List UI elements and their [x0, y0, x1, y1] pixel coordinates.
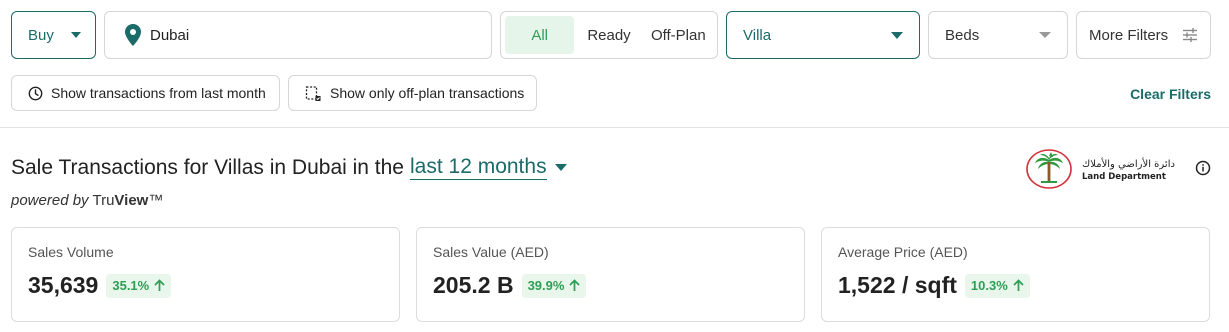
- sales-volume-card: Sales Volume 35,639 35.1%: [11, 227, 400, 322]
- completion-option-all[interactable]: All: [505, 16, 575, 54]
- purpose-dropdown[interactable]: Buy: [11, 11, 96, 59]
- completion-option-ready[interactable]: Ready: [574, 16, 643, 54]
- powered-by-label: powered by: [11, 192, 89, 209]
- change-value: 35.1%: [112, 278, 150, 293]
- last-month-filter-chip[interactable]: Show transactions from last month: [11, 75, 280, 111]
- svg-text:دائرة الأراضي والأملاك: دائرة الأراضي والأملاك: [1082, 157, 1175, 170]
- off-plan-chip-label: Show only off-plan transactions: [330, 85, 525, 101]
- change-badge: 10.3%: [964, 273, 1030, 298]
- powered-by: powered by TruView™: [11, 192, 163, 209]
- beds-label: Beds: [945, 26, 980, 44]
- change-badge: 39.9%: [521, 273, 587, 298]
- stat-label: Sales Volume: [28, 244, 114, 260]
- stat-value: 1,522 / sqft: [838, 272, 957, 298]
- location-search-input[interactable]: Dubai: [104, 11, 492, 59]
- more-filters-label: More Filters: [1089, 26, 1169, 44]
- section-divider: [0, 127, 1229, 128]
- caret-down-icon: [70, 32, 81, 38]
- land-department-logo: دائرة الأراضي والأملاك Land Department: [1025, 148, 1185, 190]
- svg-text:Land Department: Land Department: [1082, 172, 1166, 182]
- arrow-up-icon: [569, 279, 581, 291]
- arrow-up-icon: [1013, 279, 1024, 291]
- beds-dropdown[interactable]: Beds: [928, 11, 1068, 59]
- truview-brand: TruView™: [92, 192, 164, 209]
- stat-label: Sales Value (AED): [433, 244, 549, 260]
- caret-down-icon: [1039, 32, 1051, 38]
- period-selector[interactable]: last 12 months: [410, 155, 547, 180]
- page-title: Sale Transactions for Villas in Dubai in…: [11, 155, 567, 180]
- property-type-value: Villa: [743, 26, 772, 44]
- sales-value-card: Sales Value (AED) 205.2 B 39.9%: [416, 227, 805, 322]
- more-filters-button[interactable]: More Filters: [1076, 11, 1211, 59]
- average-price-card: Average Price (AED) 1,522 / sqft 10.3%: [821, 227, 1210, 322]
- info-icon[interactable]: [1195, 160, 1211, 176]
- stat-label: Average Price (AED): [838, 244, 968, 260]
- off-plan-building-icon: [305, 85, 321, 101]
- completion-option-off-plan[interactable]: Off-Plan: [644, 16, 713, 54]
- sliders-icon: [1183, 28, 1197, 42]
- location-value: Dubai: [150, 26, 190, 44]
- stat-value: 35,639: [28, 272, 99, 298]
- clear-filters-link[interactable]: Clear Filters: [1130, 86, 1211, 102]
- purpose-value: Buy: [28, 26, 54, 44]
- change-value: 10.3%: [970, 278, 1008, 293]
- property-type-dropdown[interactable]: Villa: [726, 11, 920, 59]
- change-badge: 35.1%: [106, 273, 172, 298]
- title-prefix: Sale Transactions for Villas in Dubai in…: [11, 155, 404, 179]
- caret-down-icon: [891, 31, 903, 39]
- off-plan-filter-chip[interactable]: Show only off-plan transactions: [288, 75, 537, 111]
- arrow-up-icon: [154, 279, 165, 291]
- completion-status-toggle: All Ready Off-Plan: [500, 11, 718, 59]
- caret-down-icon[interactable]: [554, 164, 567, 171]
- change-value: 39.9%: [527, 278, 565, 293]
- stat-value: 205.2 B: [433, 272, 514, 298]
- location-pin-icon: [125, 24, 141, 46]
- last-month-chip-label: Show transactions from last month: [51, 85, 266, 101]
- clock-icon: [28, 86, 43, 100]
